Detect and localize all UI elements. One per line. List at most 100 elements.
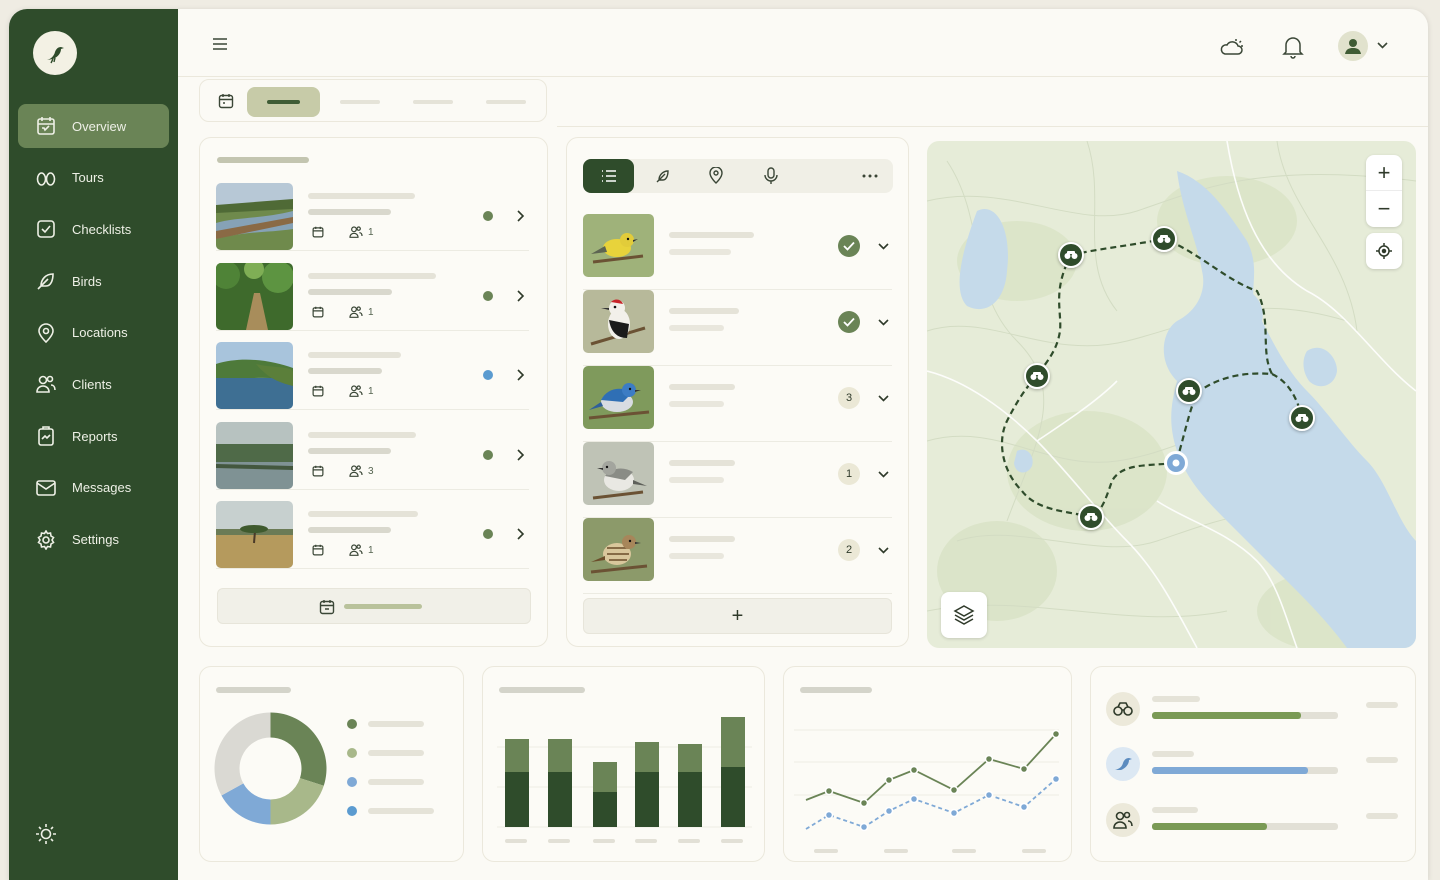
locate-me-button[interactable] — [1366, 233, 1402, 269]
bird-list-item[interactable]: 3 — [583, 366, 892, 442]
bird-list-item[interactable]: 2 — [583, 518, 892, 594]
binoculars-marker-icon[interactable] — [1024, 363, 1050, 389]
user-menu[interactable] — [1338, 31, 1388, 61]
chevron-down-icon[interactable] — [878, 471, 889, 478]
list-view-button[interactable] — [583, 159, 634, 193]
bell-icon[interactable] — [1282, 35, 1304, 64]
chevron-down-icon[interactable] — [878, 395, 889, 402]
donut-chart — [214, 712, 327, 825]
microphone-icon[interactable] — [764, 167, 778, 185]
progress-fill — [1152, 767, 1309, 774]
birds-card: 3 1 2 + — [566, 137, 909, 647]
chevron-right-icon[interactable] — [517, 369, 525, 381]
map-canvas[interactable] — [927, 141, 1416, 648]
more-options-icon[interactable] — [862, 174, 878, 178]
tab-3[interactable] — [413, 100, 453, 104]
sidebar-item-label: Clients — [72, 376, 112, 392]
app-window: Overview Tours Checklists Birds Locations Cli… — [9, 9, 1428, 880]
sighting-count-badge: 3 — [838, 387, 860, 409]
sidebar-item-messages[interactable]: Messages — [18, 466, 169, 510]
users-icon — [349, 544, 363, 556]
add-bird-button[interactable]: + — [583, 598, 892, 634]
binoculars-marker-icon[interactable] — [1058, 242, 1084, 268]
calendar-icon[interactable] — [218, 93, 234, 114]
stats-card — [1090, 666, 1416, 862]
chevron-down-icon[interactable] — [878, 243, 889, 250]
sidebar-item-label: Birds — [72, 273, 102, 289]
status-dot — [483, 291, 493, 301]
binoculars-marker-icon[interactable] — [1289, 405, 1315, 431]
tab-active[interactable] — [247, 87, 320, 117]
schedule-button[interactable] — [217, 588, 531, 624]
check-icon — [838, 311, 860, 333]
tab-2[interactable] — [340, 100, 380, 104]
hamburger-menu-icon[interactable] — [212, 37, 228, 56]
x-tick-label — [721, 839, 743, 843]
donut-slice — [270, 712, 327, 786]
bird-logo-icon[interactable] — [33, 31, 77, 75]
sidebar-item-clients[interactable]: Clients — [18, 362, 169, 406]
zoom-out-button[interactable]: − — [1366, 191, 1402, 227]
chevron-down-icon[interactable] — [878, 319, 889, 326]
map-pin-icon — [35, 322, 57, 344]
bird-list-item[interactable]: 1 — [583, 442, 892, 518]
date-tab-bar — [199, 79, 547, 122]
binoculars-marker-icon[interactable] — [1151, 226, 1177, 252]
tour-list-item[interactable]: 1 — [216, 263, 529, 331]
x-tick-label — [678, 839, 700, 843]
feather-icon[interactable] — [655, 168, 671, 184]
data-point — [884, 775, 894, 785]
chevron-right-icon[interactable] — [517, 290, 525, 302]
sidebar-item-overview[interactable]: Overview — [18, 104, 169, 148]
tour-list-item[interactable]: 1 — [216, 342, 529, 410]
binoculars-marker-icon[interactable] — [1176, 378, 1202, 404]
sidebar-item-label: Locations — [72, 325, 128, 341]
map-pin-icon[interactable] — [709, 167, 723, 184]
layers-button[interactable] — [941, 592, 987, 638]
tour-photo — [216, 342, 293, 409]
sidebar-item-birds[interactable]: Birds — [18, 259, 169, 303]
chevron-right-icon[interactable] — [517, 210, 525, 222]
route-map[interactable]: + − — [927, 141, 1416, 648]
series-line — [805, 733, 1057, 805]
bird-list-item[interactable] — [583, 290, 892, 366]
sidebar-item-locations[interactable]: Locations — [18, 311, 169, 355]
bar-segment — [505, 772, 529, 827]
series-line — [805, 778, 1057, 830]
donut-slice — [270, 778, 324, 825]
chevron-right-icon[interactable] — [517, 528, 525, 540]
bar-chart — [497, 717, 752, 843]
chevron-down-icon[interactable] — [1377, 42, 1388, 50]
sighting-count-badge: 1 — [838, 463, 860, 485]
layers-icon — [953, 605, 975, 625]
sidebar-item-settings[interactable]: Settings — [18, 518, 169, 562]
avatar[interactable] — [1338, 31, 1368, 61]
tour-list-item[interactable]: 3 — [216, 422, 529, 490]
bird-photo — [583, 366, 654, 429]
chevron-right-icon[interactable] — [517, 449, 525, 461]
plus-icon: + — [731, 604, 744, 627]
x-tick-label — [952, 849, 976, 853]
zoom-in-button[interactable]: + — [1366, 155, 1402, 191]
sidebar-item-tours[interactable]: Tours — [18, 156, 169, 200]
binoculars-marker-icon[interactable] — [1078, 504, 1104, 530]
tour-list-item[interactable]: 1 — [216, 183, 529, 251]
bird-list-item[interactable] — [583, 214, 892, 290]
calendar-icon — [312, 385, 324, 397]
users-icon — [349, 385, 363, 397]
x-tick-label — [548, 839, 570, 843]
sidebar-item-checklists[interactable]: Checklists — [18, 207, 169, 251]
clipboard-icon — [35, 425, 57, 447]
tour-list-item[interactable]: 1 — [216, 501, 529, 569]
users-icon — [349, 306, 363, 318]
users-icon — [349, 465, 363, 477]
tours-card: 1 1 1 3 1 — [199, 137, 548, 647]
sidebar-item-label: Messages — [72, 480, 132, 496]
tab-4[interactable] — [486, 100, 526, 104]
chevron-down-icon[interactable] — [878, 547, 889, 554]
weather-icon[interactable] — [1219, 35, 1245, 64]
sidebar-item-reports[interactable]: Reports — [18, 414, 169, 458]
sun-icon[interactable] — [35, 823, 57, 850]
calendar-icon — [312, 465, 324, 477]
sidebar-item-label: Checklists — [72, 221, 132, 237]
